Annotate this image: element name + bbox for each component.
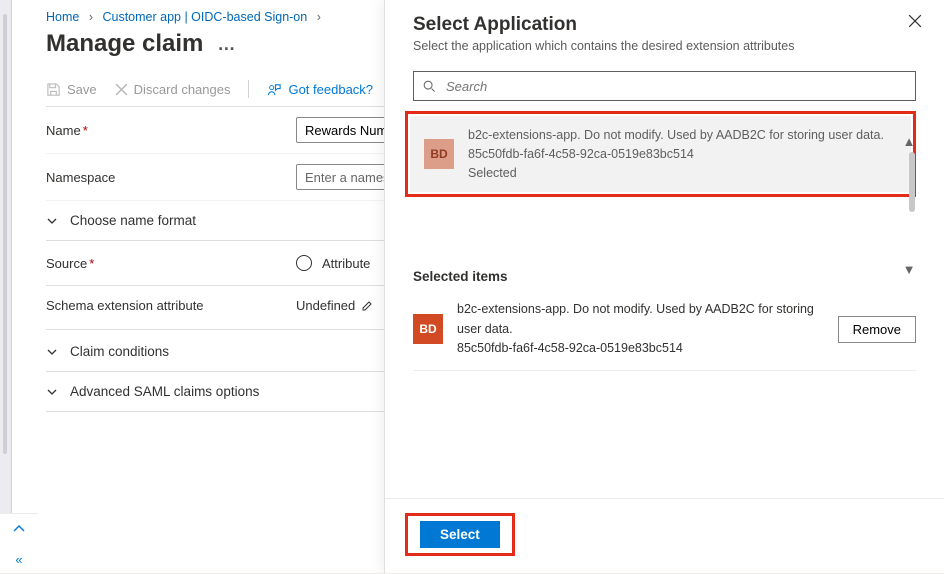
- more-icon[interactable]: …: [217, 34, 236, 55]
- name-label: Name: [46, 123, 81, 138]
- remove-button[interactable]: Remove: [838, 316, 916, 343]
- required-icon: *: [83, 123, 88, 138]
- close-blade-button[interactable]: [908, 14, 922, 28]
- required-icon: *: [89, 256, 94, 271]
- selected-line2: 85c50fdb-fa6f-4c58-92ca-0519e83bc514: [457, 339, 824, 358]
- highlight-box: Select: [405, 513, 515, 556]
- selected-item-row: BD b2c-extensions-app. Do not modify. Us…: [413, 294, 916, 371]
- source-label: Source: [46, 256, 87, 271]
- source-radio-attribute[interactable]: [296, 255, 312, 271]
- chevron-right-icon: ›: [89, 10, 93, 24]
- result-line1: b2c-extensions-app. Do not modify. Used …: [468, 126, 884, 145]
- edit-icon[interactable]: [361, 300, 373, 312]
- search-box[interactable]: [413, 71, 916, 101]
- namespace-label: Namespace: [46, 170, 115, 185]
- save-button[interactable]: Save: [46, 82, 97, 97]
- toolbar-divider: [248, 80, 249, 98]
- chevron-down-icon: [46, 215, 58, 227]
- discard-label: Discard changes: [134, 82, 231, 97]
- feedback-button[interactable]: Got feedback?: [267, 82, 373, 97]
- scroll-up-icon[interactable]: ▲: [902, 134, 916, 149]
- save-icon: [46, 82, 61, 97]
- schema-value: Undefined: [296, 298, 355, 313]
- select-button[interactable]: Select: [420, 521, 500, 548]
- schema-label: Schema extension attribute: [46, 298, 204, 313]
- close-icon: [115, 83, 128, 96]
- person-feedback-icon: [267, 82, 282, 97]
- blade-subtitle: Select the application which contains th…: [413, 39, 916, 53]
- highlight-box: BD b2c-extensions-app. Do not modify. Us…: [405, 111, 916, 197]
- chevron-right-icon: ›: [317, 10, 321, 24]
- result-line2: 85c50fdb-fa6f-4c58-92ca-0519e83bc514: [468, 145, 884, 164]
- search-icon: [422, 79, 436, 93]
- discard-button[interactable]: Discard changes: [115, 82, 231, 97]
- scroll-down-icon[interactable]: ▼: [902, 262, 916, 277]
- chevron-down-icon: [46, 386, 58, 398]
- source-value: Attribute: [322, 256, 370, 271]
- search-input[interactable]: [444, 78, 907, 95]
- left-gutter: «: [0, 0, 12, 573]
- app-avatar: BD: [424, 139, 454, 169]
- claim-conditions-label: Claim conditions: [70, 344, 169, 359]
- scrollbar-thumb[interactable]: [909, 152, 915, 212]
- selected-items-heading: Selected items: [413, 269, 916, 284]
- choose-name-format-label: Choose name format: [70, 213, 196, 228]
- result-text: b2c-extensions-app. Do not modify. Used …: [468, 126, 884, 182]
- save-label: Save: [67, 82, 97, 97]
- selected-line1: b2c-extensions-app. Do not modify. Used …: [457, 300, 824, 339]
- select-application-blade: Select Application Select the applicatio…: [384, 0, 944, 574]
- breadcrumb-page[interactable]: Customer app | OIDC-based Sign-on: [102, 10, 307, 24]
- breadcrumb-home[interactable]: Home: [46, 10, 79, 24]
- feedback-label: Got feedback?: [288, 82, 373, 97]
- application-result-item[interactable]: BD b2c-extensions-app. Do not modify. Us…: [410, 116, 911, 192]
- close-icon: [908, 14, 922, 28]
- page-title-text: Manage claim: [46, 30, 203, 58]
- app-avatar: BD: [413, 314, 443, 344]
- result-line3: Selected: [468, 164, 884, 183]
- advanced-saml-label: Advanced SAML claims options: [70, 384, 259, 399]
- chevron-down-icon: [46, 346, 58, 358]
- blade-title: Select Application: [413, 14, 916, 36]
